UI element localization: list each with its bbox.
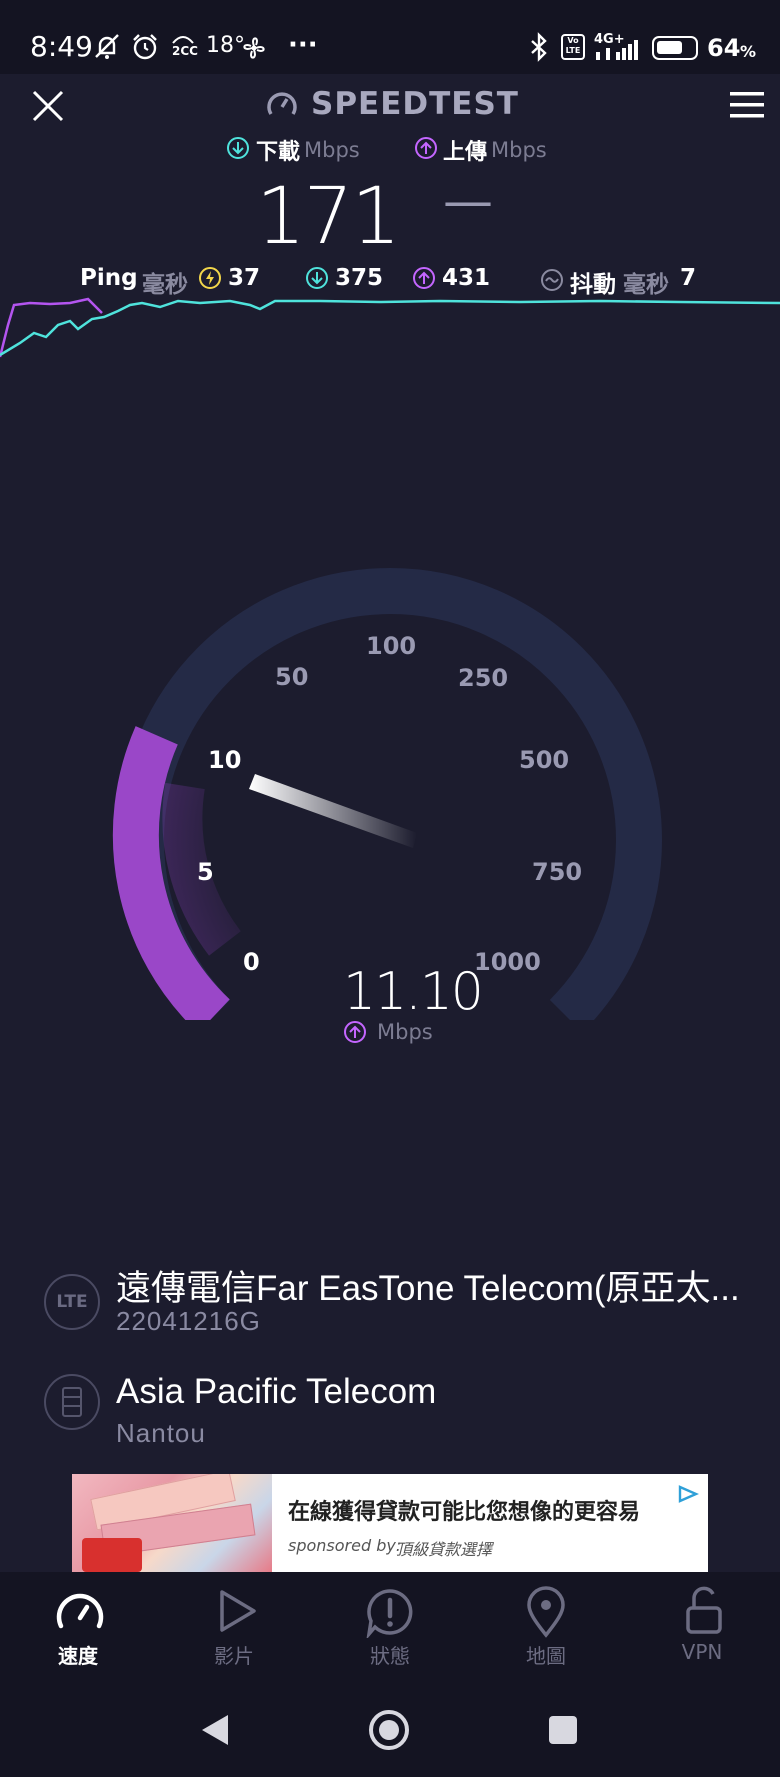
system-nav-bar xyxy=(0,1685,780,1777)
fan-icon xyxy=(243,37,265,59)
alert-icon xyxy=(366,1589,413,1638)
gauge-value: 11.10 xyxy=(343,962,484,1022)
ad-headline: 在線獲得貸款可能比您想像的更容易 xyxy=(288,1500,641,1525)
nav-map-label: 地圖 xyxy=(526,1644,566,1668)
gauge-tick-100: 100 xyxy=(366,632,417,660)
ad-image xyxy=(72,1474,272,1572)
upload-label: 上傳 xyxy=(443,140,488,165)
bell-mute-icon xyxy=(95,34,119,59)
speedtest-logo-icon xyxy=(267,92,297,115)
upload-unit: Mbps xyxy=(491,138,547,162)
gauge-needle xyxy=(249,774,417,848)
nav-map[interactable]: 地圖 xyxy=(496,1572,596,1685)
speed-graph xyxy=(0,297,780,358)
download-label: 下載 xyxy=(256,140,301,165)
gauge-tick-750: 750 xyxy=(532,858,583,886)
lock-icon xyxy=(686,1586,722,1634)
air-quality-icon: 2CC xyxy=(170,33,198,59)
device-model: 22041216G xyxy=(116,1306,261,1336)
ad-sponsor-name: 頂級貸款選擇 xyxy=(396,1540,493,1559)
recents-icon[interactable] xyxy=(546,1713,580,1747)
nav-vpn-label: VPN xyxy=(681,1640,723,1664)
nav-status[interactable]: 狀態 xyxy=(340,1572,440,1685)
play-icon xyxy=(220,1590,256,1632)
back-icon[interactable] xyxy=(198,1711,232,1749)
upload-arrow-icon xyxy=(414,136,438,160)
top-bar: SPEEDTEST xyxy=(0,74,780,160)
server-icon xyxy=(44,1374,100,1430)
download-arrow-icon xyxy=(226,136,250,160)
app-title-text: SPEEDTEST xyxy=(311,86,519,122)
alarm-icon xyxy=(133,34,157,60)
signal-icon xyxy=(596,40,638,60)
nav-video[interactable]: 影片 xyxy=(184,1572,284,1685)
menu-icon[interactable] xyxy=(728,88,766,122)
battery-icon xyxy=(652,36,698,60)
nav-status-label: 狀態 xyxy=(370,1644,410,1668)
nav-vpn[interactable]: VPN xyxy=(652,1572,752,1685)
provider-name[interactable]: 遠傳電信Far EasTone Telecom(原亞太... xyxy=(116,1260,740,1311)
close-icon[interactable] xyxy=(28,86,68,126)
bluetooth-icon xyxy=(531,32,547,62)
ad-sponsor-prefix: sponsored by: xyxy=(288,1536,402,1555)
upload-trace xyxy=(0,297,103,358)
speed-icon xyxy=(56,1593,104,1629)
adchoices-icon[interactable] xyxy=(676,1484,700,1504)
volte-icon: Vo LTE xyxy=(561,34,585,60)
bottom-nav: 速度 影片 狀態 地圖 VPN xyxy=(0,1572,780,1685)
upload-value: — xyxy=(443,172,493,230)
nav-speed[interactable]: 速度 xyxy=(28,1572,128,1685)
clock: 8:49 xyxy=(30,30,93,63)
nav-speed-label: 速度 xyxy=(58,1644,98,1668)
lte-icon: LTE xyxy=(44,1274,100,1330)
ad-banner[interactable]: 在線獲得貸款可能比您想像的更容易 sponsored by: 頂級貸款選擇 xyxy=(72,1474,708,1572)
more-notifications: ··· xyxy=(288,30,318,60)
battery-unit: % xyxy=(740,42,757,61)
server-location: Nantou xyxy=(116,1418,206,1448)
gauge-tick-500: 500 xyxy=(519,746,570,774)
status-bar: 8:49 2CC 18° ··· Vo LTE 4G+ 64 % xyxy=(0,0,780,74)
download-value: 171 xyxy=(256,172,401,262)
speed-gauge xyxy=(112,568,662,1020)
gauge-tick-250: 250 xyxy=(458,664,509,692)
map-pin-icon xyxy=(527,1586,565,1638)
download-unit: Mbps xyxy=(304,138,360,162)
gauge-unit: Mbps xyxy=(377,1020,433,1044)
gauge-tick-50: 50 xyxy=(275,663,309,691)
home-icon[interactable] xyxy=(368,1709,410,1751)
server-name[interactable]: Asia Pacific Telecom xyxy=(116,1372,436,1412)
gauge-tick-0: 0 xyxy=(243,948,260,976)
download-trace xyxy=(0,299,780,357)
gauge-tick-1000: 1000 xyxy=(474,948,541,976)
gauge-tick-5: 5 xyxy=(197,858,214,886)
gauge-tick-10: 10 xyxy=(208,746,242,774)
upload-arrow-icon xyxy=(344,1021,366,1043)
battery-level: 64 xyxy=(707,34,741,62)
nav-video-label: 影片 xyxy=(214,1644,254,1668)
